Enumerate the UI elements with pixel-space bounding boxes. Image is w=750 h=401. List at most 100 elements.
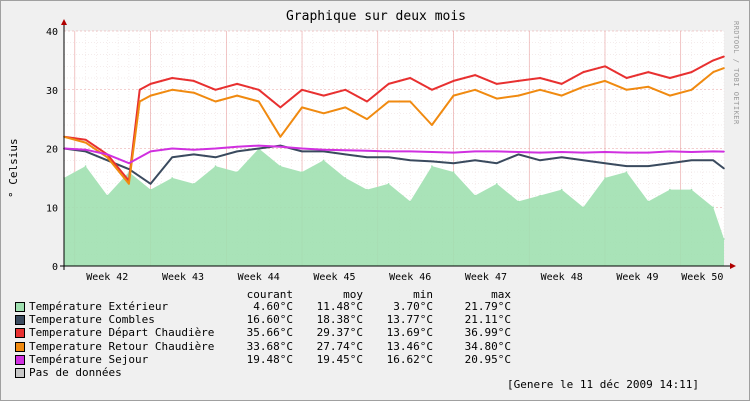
stat-max: 36.99°C	[464, 326, 511, 340]
data-point-s1-17	[431, 160, 433, 163]
stat-min: 13.46°C	[386, 339, 433, 353]
data-point-s0-14	[366, 188, 368, 191]
data-point-s4-22	[539, 151, 541, 154]
data-point-s0-4	[149, 188, 152, 191]
y-tick-label-2: 20	[46, 145, 58, 156]
data-point-s0-2	[106, 194, 109, 197]
data-point-s3-28	[647, 86, 650, 88]
data-point-s2-17	[409, 77, 412, 79]
data-point-s0-22	[539, 194, 541, 197]
data-point-s2-16	[387, 83, 390, 85]
data-point-s1-8	[236, 150, 238, 153]
data-point-s1-4	[149, 183, 152, 185]
x-tick-label-4: Week 46	[389, 272, 431, 283]
stat-current: 16.60°C	[246, 313, 293, 327]
data-point-s3-10	[258, 100, 260, 103]
data-point-s4-26	[625, 151, 628, 154]
data-point-s1-6	[193, 153, 195, 156]
data-point-s0-28	[669, 188, 671, 191]
legend-item: Temperature Retour Chaudière 33.68°C 27.74…	[15, 340, 535, 353]
data-point-s3-9	[236, 94, 238, 97]
stat-current: 19.48°C	[246, 352, 293, 366]
data-point-s0-27	[647, 200, 650, 203]
data-point-s3-6	[171, 89, 173, 91]
x-tick-label-3: Week 45	[313, 272, 355, 283]
legend-series-name: Temperature Combles	[29, 313, 155, 327]
data-point-s3-25	[582, 86, 585, 88]
data-point-s2-10	[258, 89, 260, 91]
data-point-s4-19	[474, 150, 476, 153]
y-tick-label-3: 30	[46, 86, 58, 97]
stat-average: 27.74°C	[316, 339, 363, 353]
legend-swatch	[15, 341, 25, 352]
legend-swatch	[15, 368, 25, 378]
data-point-s1-27	[647, 165, 650, 167]
data-point-s0-21	[517, 200, 520, 203]
stat-max: 34.80°C	[464, 339, 511, 353]
legend-swatch	[15, 315, 25, 326]
data-point-s3-12	[301, 106, 303, 109]
data-point-s2-28	[647, 71, 650, 73]
data-point-s4-2	[106, 153, 109, 156]
stat-max: 20.95°C	[464, 352, 511, 366]
data-point-s3-16	[387, 100, 390, 103]
data-point-s4-18	[452, 151, 455, 154]
data-point-s1-14	[366, 156, 368, 159]
data-point-s1-29	[690, 159, 693, 162]
data-point-s3-11	[279, 136, 282, 138]
data-point-s2-12	[301, 89, 303, 91]
data-point-s3-4	[138, 100, 141, 103]
data-point-s0-13	[344, 177, 347, 179]
legend-item: Température Extérieur 4.60°C 11.48°C 3.70°C…	[15, 300, 535, 313]
legend-series-name: Pas de données	[29, 366, 122, 379]
x-tick-label-0: Week 42	[86, 272, 128, 283]
data-point-s0-25	[604, 177, 606, 179]
x-tick-label-6: Week 48	[541, 272, 583, 283]
data-point-s4-5	[171, 147, 173, 150]
data-point-s4-30	[712, 150, 714, 153]
stat-min: 13.77°C	[386, 313, 433, 327]
data-point-s3-20	[474, 89, 476, 91]
data-point-s1-30	[712, 159, 714, 162]
data-point-s2-8	[214, 89, 217, 91]
y-axis-arrow	[61, 19, 67, 25]
data-point-s3-22	[517, 94, 520, 97]
data-point-s0-7	[214, 165, 217, 167]
data-point-s1-7	[214, 156, 217, 159]
data-point-s1-24	[582, 159, 585, 162]
data-point-s4-6	[193, 148, 195, 151]
data-point-s3-19	[452, 94, 455, 97]
stat-max: 21.11°C	[464, 313, 511, 327]
data-point-s0-17	[431, 165, 433, 167]
data-point-s0-31	[723, 238, 725, 240]
data-point-s2-18	[431, 89, 433, 91]
data-point-s2-31	[712, 59, 714, 62]
data-point-s2-29	[669, 77, 671, 79]
data-point-s4-17	[431, 151, 433, 153]
data-point-s1-25	[604, 162, 606, 164]
data-point-s4-23	[560, 151, 563, 153]
data-point-s0-10	[279, 165, 282, 167]
data-point-s2-27	[625, 77, 628, 79]
legend-item: Température Sejour 19.48°C 19.45°C 16.62°C 2…	[15, 353, 535, 366]
legend-series-name: Temperature Départ Chaudière	[29, 326, 215, 340]
data-point-s0-30	[712, 206, 714, 209]
data-point-s1-15	[387, 156, 390, 159]
data-point-s4-21	[517, 151, 520, 153]
legend-item: Temperature Départ Chaudière 35.66°C 29.37…	[15, 326, 535, 339]
data-point-s1-28	[669, 162, 671, 164]
stat-average: 19.45°C	[316, 352, 363, 366]
data-point-s2-26	[604, 65, 606, 68]
data-point-s1-16	[409, 159, 412, 162]
y-tick-label-1: 10	[46, 203, 58, 214]
data-point-s2-21	[496, 83, 498, 85]
stat-min: 13.69°C	[386, 326, 433, 340]
data-point-s3-32	[723, 67, 725, 69]
legend-series-name: Température Sejour	[29, 352, 149, 366]
x-tick-label-2: Week 44	[238, 272, 280, 283]
data-point-s0-12	[322, 159, 325, 162]
data-point-s3-17	[409, 100, 412, 103]
legend-series-name: Temperature Retour Chaudière	[29, 339, 215, 353]
data-point-s1-5	[171, 156, 173, 159]
data-point-s3-31	[712, 71, 714, 73]
